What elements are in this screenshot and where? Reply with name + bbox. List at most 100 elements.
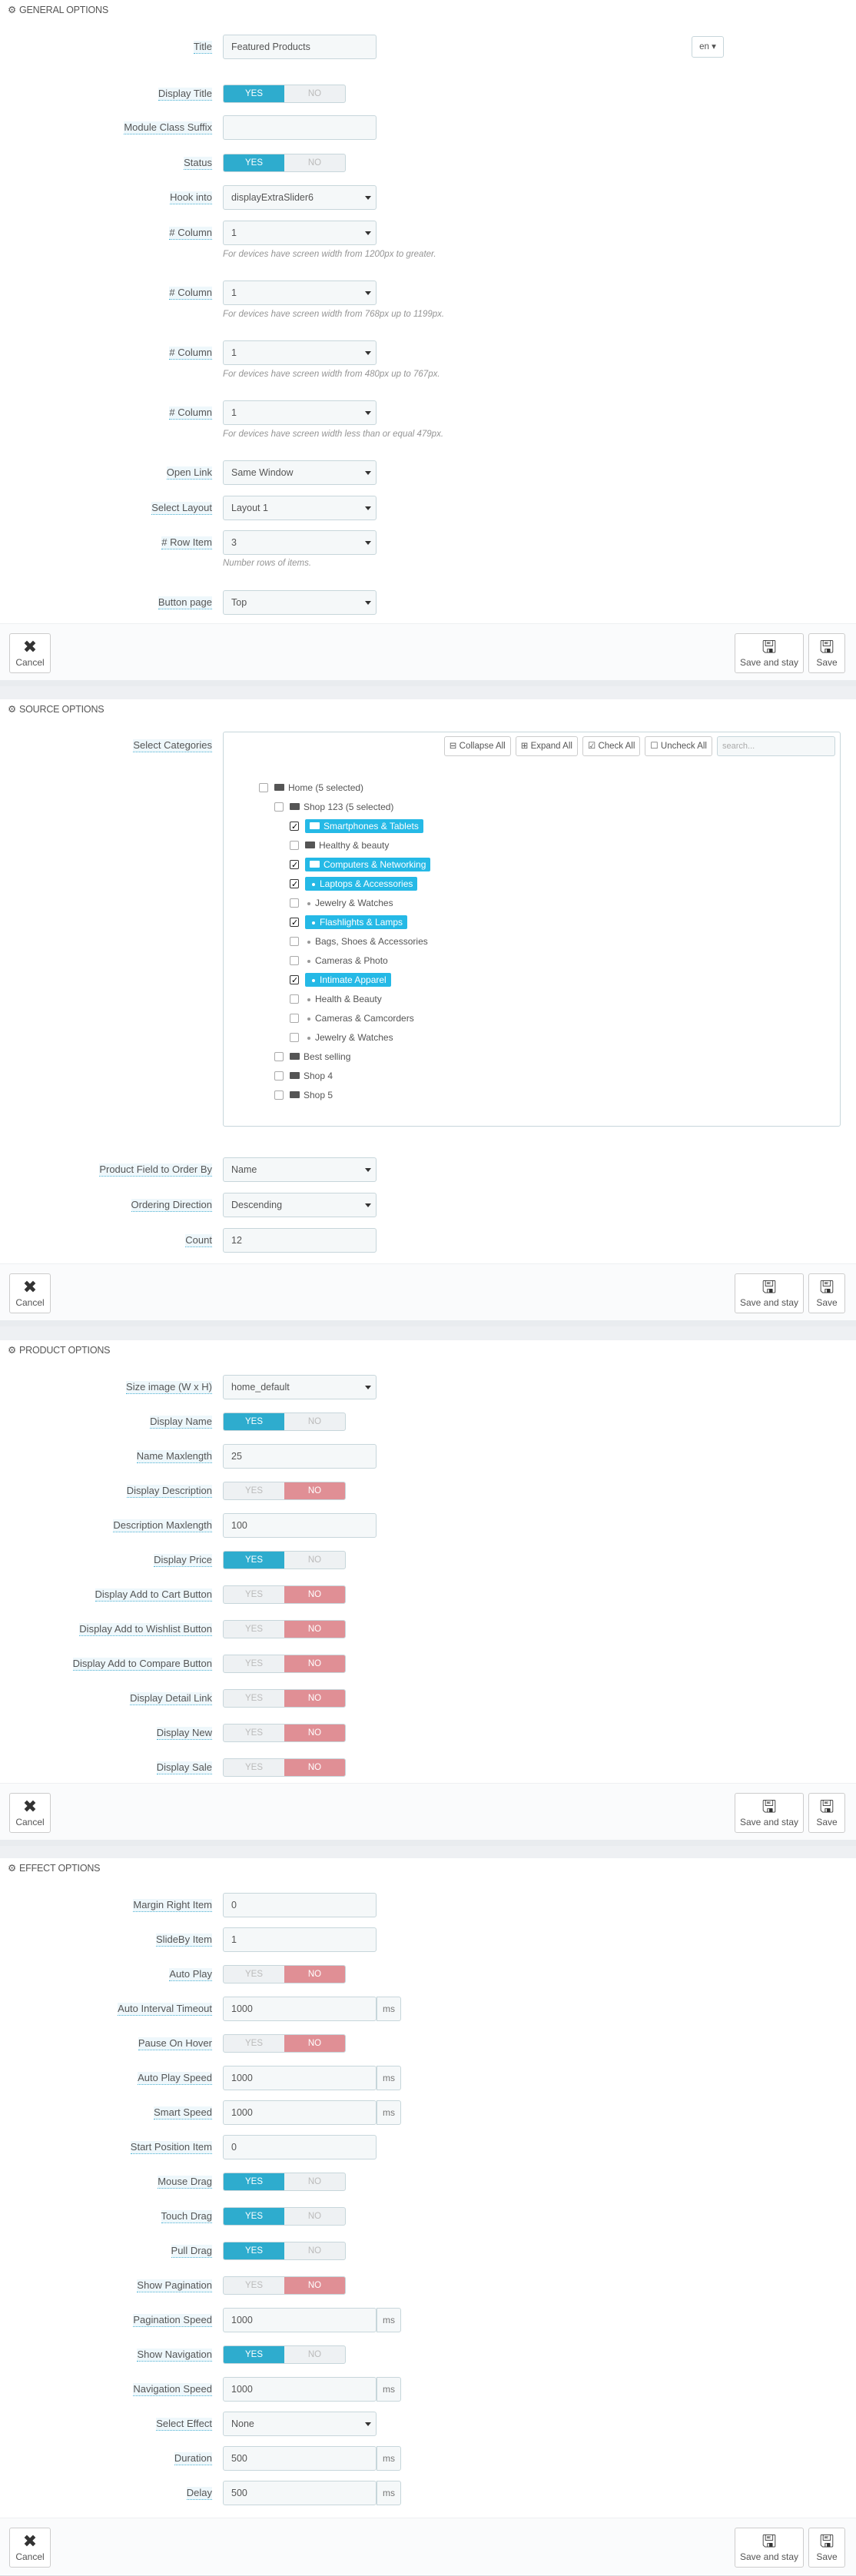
tree-node[interactable]: Jewelry & Watches	[290, 895, 393, 911]
save-and-stay-button[interactable]: 🖫 Save and stay	[735, 2528, 804, 2568]
display-title-switch[interactable]: YES NO	[223, 85, 346, 103]
checkbox[interactable]	[290, 858, 299, 873]
duration-input[interactable]: 500	[223, 2446, 377, 2471]
uncheck-all-button[interactable]: ☐ Uncheck All	[645, 736, 712, 756]
slideby-input[interactable]: 1	[223, 1927, 377, 1952]
save-button[interactable]: 🖫 Save	[808, 2528, 845, 2568]
display-cart-switch[interactable]: YES NO	[223, 1585, 346, 1604]
checkbox[interactable]	[274, 1071, 284, 1081]
column-3-select[interactable]: 1	[223, 340, 377, 365]
column-1-select[interactable]: 1	[223, 221, 377, 245]
tree-node[interactable]: Cameras & Photo	[290, 953, 388, 968]
display-detail-switch[interactable]: YES NO	[223, 1689, 346, 1708]
count-input[interactable]: 12	[223, 1228, 377, 1253]
save-button[interactable]: 🖫 Save	[808, 1793, 845, 1833]
cancel-button[interactable]: ✖ Cancel	[9, 1793, 51, 1833]
cancel-button[interactable]: ✖ Cancel	[9, 1273, 51, 1313]
display-compare-switch[interactable]: YES NO	[223, 1655, 346, 1673]
tree-node[interactable]: Laptops & Accessories	[290, 876, 418, 892]
save-button[interactable]: 🖫 Save	[808, 1273, 845, 1313]
open-link-select[interactable]: Same Window	[223, 460, 377, 485]
tree-node[interactable]: Shop 5	[274, 1087, 333, 1103]
tree-node[interactable]: Flashlights & Lamps	[290, 915, 408, 931]
button-page-select[interactable]: Top	[223, 590, 377, 615]
checkbox[interactable]	[274, 1090, 284, 1100]
display-sale-switch[interactable]: YES NO	[223, 1758, 346, 1777]
hook-into-select[interactable]: displayExtraSlider6	[223, 185, 377, 210]
column-1-help: For devices have screen width from 1200p…	[223, 250, 436, 259]
display-description-switch[interactable]: YES NO	[223, 1482, 346, 1500]
checkbox[interactable]	[290, 1013, 299, 1023]
cancel-button[interactable]: ✖ Cancel	[9, 2528, 51, 2568]
checkbox[interactable]	[274, 802, 284, 812]
checkbox[interactable]	[259, 782, 268, 792]
navigation-speed-input[interactable]: 1000	[223, 2377, 377, 2402]
display-price-switch[interactable]: YES NO	[223, 1551, 346, 1569]
module-class-suffix-input[interactable]	[223, 115, 377, 140]
column-2-select[interactable]: 1	[223, 281, 377, 305]
tree-node[interactable]: Computers & Networking	[290, 857, 431, 873]
tree-node[interactable]: Bags, Shoes & Accessories	[290, 934, 428, 949]
checkbox[interactable]	[290, 1032, 299, 1042]
auto-interval-input[interactable]: 1000	[223, 1997, 377, 2021]
pull-drag-switch[interactable]: YES NO	[223, 2242, 346, 2260]
select-effect-select[interactable]: None	[223, 2412, 377, 2436]
tree-node[interactable]: Shop 4	[274, 1068, 333, 1084]
order-by-select[interactable]: Name	[223, 1157, 377, 1182]
margin-right-input[interactable]: 0	[223, 1893, 377, 1917]
language-dropdown[interactable]: en ▾	[692, 36, 724, 58]
tree-search-input[interactable]: search...	[717, 736, 835, 756]
checkbox[interactable]	[290, 936, 299, 946]
row-item-select[interactable]: 3	[223, 530, 377, 555]
tree-node[interactable]: Intimate Apparel	[290, 972, 391, 988]
checkbox[interactable]	[290, 840, 299, 850]
tree-node[interactable]: Health & Beauty	[290, 991, 382, 1007]
tree-node[interactable]: Shop 123 (5 selected)	[274, 799, 393, 815]
tree-node[interactable]: Cameras & Camcorders	[290, 1011, 414, 1026]
smart-speed-input[interactable]: 1000	[223, 2100, 377, 2125]
status-switch[interactable]: YES NO	[223, 154, 346, 172]
collapse-all-button[interactable]: ⊟ Collapse All	[443, 736, 511, 756]
checkbox[interactable]	[274, 1051, 284, 1061]
ordering-direction-select[interactable]: Descending	[223, 1193, 377, 1217]
expand-all-button[interactable]: ⊞ Expand All	[515, 736, 578, 756]
tree-node[interactable]: Smartphones & Tablets	[290, 818, 423, 835]
display-wishlist-switch[interactable]: YES NO	[223, 1620, 346, 1638]
delay-input[interactable]: 500	[223, 2481, 377, 2505]
checkbox[interactable]	[290, 819, 299, 835]
check-all-button[interactable]: ☑ Check All	[582, 736, 641, 756]
pagination-speed-input[interactable]: 1000	[223, 2308, 377, 2332]
tree-node[interactable]: Best selling	[274, 1049, 350, 1064]
checkbox[interactable]	[290, 994, 299, 1004]
checkbox[interactable]	[290, 877, 299, 892]
auto-play-switch[interactable]: YES NO	[223, 1965, 346, 1983]
auto-play-speed-input[interactable]: 1000	[223, 2066, 377, 2090]
save-and-stay-button[interactable]: 🖫 Save and stay	[735, 1273, 804, 1313]
checkbox[interactable]	[290, 915, 299, 931]
tree-node[interactable]: Healthy & beauty	[290, 838, 389, 853]
touch-drag-switch[interactable]: YES NO	[223, 2207, 346, 2226]
display-name-switch[interactable]: YES NO	[223, 1412, 346, 1431]
pause-hover-switch[interactable]: YES NO	[223, 2034, 346, 2053]
size-image-select[interactable]: home_default	[223, 1375, 377, 1399]
tree-node[interactable]: Jewelry & Watches	[290, 1030, 393, 1045]
name-maxlength-input[interactable]: 25	[223, 1444, 377, 1469]
mouse-drag-switch[interactable]: YES NO	[223, 2173, 346, 2191]
tree-node[interactable]: Home (5 selected)	[259, 780, 363, 795]
save-button[interactable]: 🖫 Save	[808, 633, 845, 673]
start-position-input[interactable]: 0	[223, 2135, 377, 2159]
delay-row: Delay 500 ms	[0, 2481, 856, 2505]
show-pagination-switch[interactable]: YES NO	[223, 2276, 346, 2295]
show-navigation-switch[interactable]: YES NO	[223, 2345, 346, 2364]
description-maxlength-input[interactable]: 100	[223, 1513, 377, 1538]
checkbox[interactable]	[290, 955, 299, 965]
display-new-switch[interactable]: YES NO	[223, 1724, 346, 1742]
column-4-select[interactable]: 1	[223, 400, 377, 425]
title-input[interactable]: Featured Products	[223, 35, 377, 59]
save-and-stay-button[interactable]: 🖫 Save and stay	[735, 633, 804, 673]
select-layout-select[interactable]: Layout 1	[223, 496, 377, 520]
save-and-stay-button[interactable]: 🖫 Save and stay	[735, 1793, 804, 1833]
checkbox[interactable]	[290, 898, 299, 908]
checkbox[interactable]	[290, 973, 299, 988]
cancel-button[interactable]: ✖ Cancel	[9, 633, 51, 673]
